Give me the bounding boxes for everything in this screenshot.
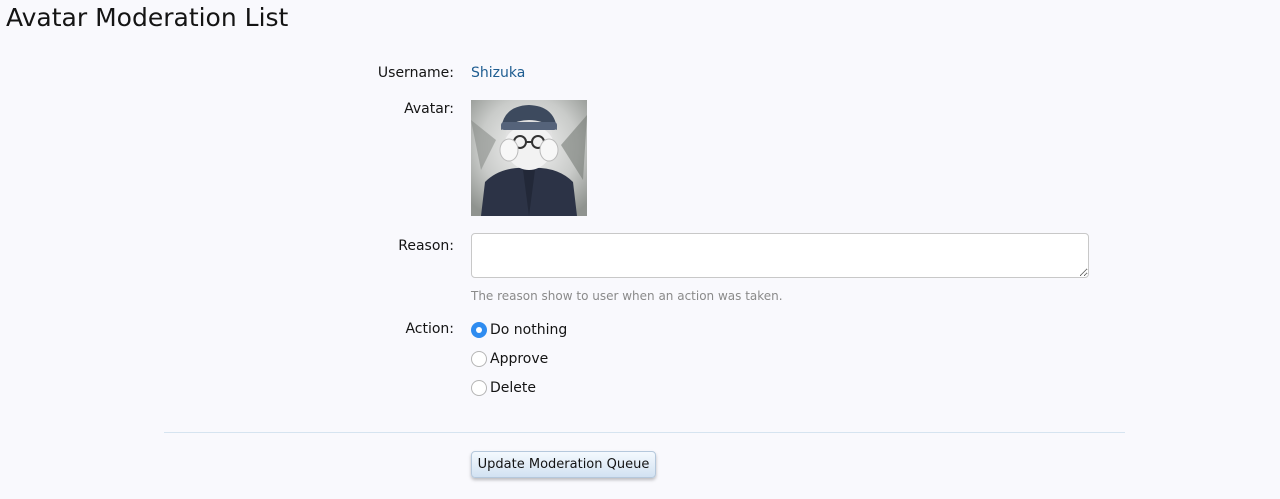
reason-hint: The reason show to user when an action w… <box>471 289 783 303</box>
action-label: Action: <box>405 321 454 337</box>
approve-radio[interactable] <box>471 351 487 367</box>
delete-radio[interactable] <box>471 380 487 396</box>
username-label: Username: <box>377 65 454 81</box>
update-moderation-queue-button[interactable]: Update Moderation Queue <box>471 451 656 478</box>
do-nothing-radio[interactable] <box>471 322 487 338</box>
page-title: Avatar Moderation List <box>6 3 289 32</box>
do-nothing-label: Do nothing <box>490 322 568 338</box>
form-divider <box>164 432 1125 433</box>
avatar-illustration <box>471 100 587 216</box>
avatar-label: Avatar: <box>404 101 454 117</box>
action-delete-option[interactable]: Delete <box>471 378 536 398</box>
username-link[interactable]: Shizuka <box>471 65 525 81</box>
avatar-image <box>471 100 587 216</box>
action-do-nothing-option[interactable]: Do nothing <box>471 320 567 340</box>
approve-label: Approve <box>490 351 549 367</box>
reason-input[interactable] <box>471 233 1089 278</box>
reason-label: Reason: <box>398 238 454 254</box>
action-approve-option[interactable]: Approve <box>471 349 548 369</box>
delete-label: Delete <box>490 380 536 396</box>
